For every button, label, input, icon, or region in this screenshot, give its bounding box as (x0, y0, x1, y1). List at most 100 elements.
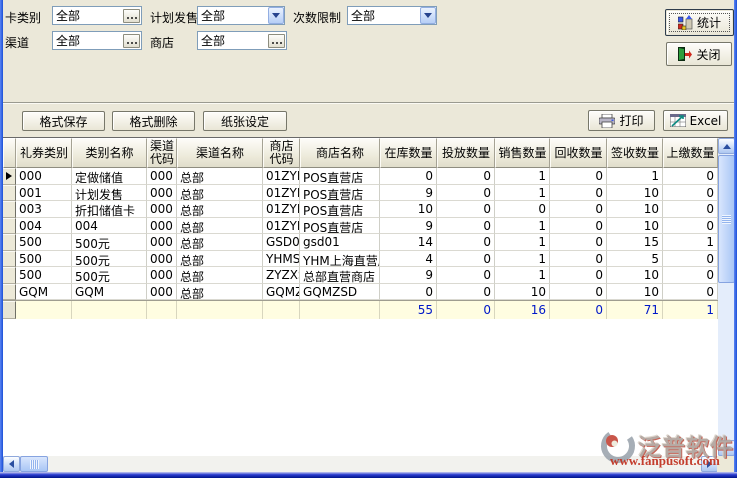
cell: 1 (495, 251, 550, 268)
horizontal-scrollbar[interactable] (3, 456, 718, 472)
stats-button-label: 统计 (697, 14, 721, 31)
card-type-ellipsis-icon[interactable] (123, 9, 140, 23)
summary-cell: 1 (663, 301, 718, 319)
cell: 10 (380, 201, 437, 218)
channel-label: 渠道 (5, 34, 29, 51)
column-header-7[interactable]: 投放数量 (437, 138, 495, 168)
column-header-0[interactable]: 礼券类别 (16, 138, 72, 168)
row-selector[interactable] (3, 284, 16, 301)
shop-field[interactable]: 全部 (197, 31, 287, 50)
row-selector[interactable] (3, 168, 16, 185)
format-save-button[interactable]: 格式保存 (22, 111, 105, 131)
scroll-right-button[interactable] (701, 456, 718, 472)
close-button[interactable]: 关闭 (666, 42, 732, 66)
table-row[interactable]: 000定做储值000总部01ZYDPOS直营店001010 (3, 168, 735, 185)
scroll-up-button[interactable] (718, 138, 735, 154)
cell: 01ZYD (263, 185, 300, 202)
stats-button[interactable]: 统计 (665, 9, 734, 36)
column-header-5[interactable]: 商店名称 (300, 138, 380, 168)
cell: 0 (663, 185, 718, 202)
cell: 500 (16, 251, 72, 268)
scroll-left-button[interactable] (3, 456, 20, 472)
cell: POS直营店 (300, 201, 380, 218)
cell: YHMSD1 (263, 251, 300, 268)
column-header-10[interactable]: 签收数量 (607, 138, 663, 168)
cell: 9 (380, 218, 437, 235)
row-selector[interactable] (3, 267, 16, 284)
cell: 总部 (177, 185, 263, 202)
excel-button[interactable]: Excel (663, 110, 728, 131)
cell: 0 (380, 168, 437, 185)
plan-sale-combo[interactable]: 全部 (197, 6, 285, 25)
cell: 500元 (72, 251, 147, 268)
close-icon (677, 47, 692, 61)
format-delete-button[interactable]: 格式删除 (112, 111, 195, 131)
scroll-down-button[interactable] (718, 440, 735, 456)
table-row[interactable]: 500500元000总部ZYZXSD总部直营商店9010100 (3, 267, 735, 284)
column-header-1[interactable]: 类别名称 (72, 138, 147, 168)
table-row[interactable]: 001计划发售000总部01ZYDPOS直营店9010100 (3, 185, 735, 202)
cell: 总部 (177, 168, 263, 185)
cell: 1 (495, 185, 550, 202)
summary-cell: 71 (607, 301, 663, 319)
cell: 0 (550, 168, 607, 185)
plan-sale-value: 全部 (198, 7, 268, 24)
cell: 000 (16, 168, 72, 185)
shop-ellipsis-icon[interactable] (268, 34, 285, 48)
cell: YHM上海直营店 (300, 251, 380, 268)
column-header-8[interactable]: 销售数量 (495, 138, 550, 168)
cell: 01ZYD (263, 201, 300, 218)
column-header-3[interactable]: 渠道名称 (177, 138, 263, 168)
plan-sale-dropdown-icon[interactable] (268, 7, 284, 24)
times-limit-combo[interactable]: 全部 (347, 6, 437, 25)
format-save-label: 格式保存 (39, 113, 87, 130)
horizontal-scroll-thumb[interactable] (20, 456, 48, 472)
summary-cell: 0 (437, 301, 495, 319)
grid-body: 000定做储值000总部01ZYDPOS直营店001010001计划发售000总… (3, 168, 735, 300)
cell: 10 (607, 267, 663, 284)
excel-icon (670, 114, 686, 127)
cell: 9 (380, 267, 437, 284)
column-header-11[interactable]: 上缴数量 (663, 138, 718, 168)
summary-selector-cell (3, 301, 16, 319)
summary-cell (177, 301, 263, 319)
cell: 000 (147, 218, 177, 235)
cell: 1 (495, 234, 550, 251)
column-header-6[interactable]: 在库数量 (380, 138, 437, 168)
column-header-2[interactable]: 渠道代码 (147, 138, 177, 168)
paper-setting-button[interactable]: 纸张设定 (203, 111, 287, 131)
grid-header-row: 礼券类别类别名称渠道代码渠道名称商店代码商店名称在库数量投放数量销售数量回收数量… (3, 138, 735, 168)
cell: 004 (16, 218, 72, 235)
table-row[interactable]: GQMGQM000总部GQMZSDGQMZSD00100100 (3, 284, 735, 301)
vertical-scroll-thumb[interactable] (718, 155, 735, 283)
row-selector[interactable] (3, 185, 16, 202)
row-selector[interactable] (3, 251, 16, 268)
cell: 10 (607, 185, 663, 202)
table-row[interactable]: 003折扣储值卡000总部01ZYDPOS直营店10000100 (3, 201, 735, 218)
cell: 总部 (177, 267, 263, 284)
column-header-4[interactable]: 商店代码 (263, 138, 300, 168)
card-type-field[interactable]: 全部 (52, 6, 142, 25)
row-selector[interactable] (3, 234, 16, 251)
channel-field[interactable]: 全部 (52, 31, 142, 50)
column-header-9[interactable]: 回收数量 (550, 138, 607, 168)
cell: GSD01 (263, 234, 300, 251)
row-selector[interactable] (3, 201, 16, 218)
cell: 500 (16, 234, 72, 251)
cell: 500元 (72, 267, 147, 284)
table-row[interactable]: 500500元000总部YHMSD1YHM上海直营店401050 (3, 251, 735, 268)
cell: 0 (437, 168, 495, 185)
vertical-scrollbar[interactable] (718, 138, 735, 456)
cell: 001 (16, 185, 72, 202)
summary-cell: 16 (495, 301, 550, 319)
report-window: 卡类别 全部 计划发售 全部 次数限制 全部 渠道 全部 商店 全部 统计 (0, 0, 737, 478)
table-row[interactable]: 500500元000总部GSD01gsd0114010151 (3, 234, 735, 251)
cell: 0 (663, 251, 718, 268)
times-limit-dropdown-icon[interactable] (420, 7, 436, 24)
table-row[interactable]: 004004000总部01ZYDPOS直营店9010100 (3, 218, 735, 235)
cell: 500元 (72, 234, 147, 251)
channel-ellipsis-icon[interactable] (123, 34, 140, 48)
print-button[interactable]: 打印 (588, 110, 655, 131)
row-selector[interactable] (3, 218, 16, 235)
cell: 0 (550, 284, 607, 301)
